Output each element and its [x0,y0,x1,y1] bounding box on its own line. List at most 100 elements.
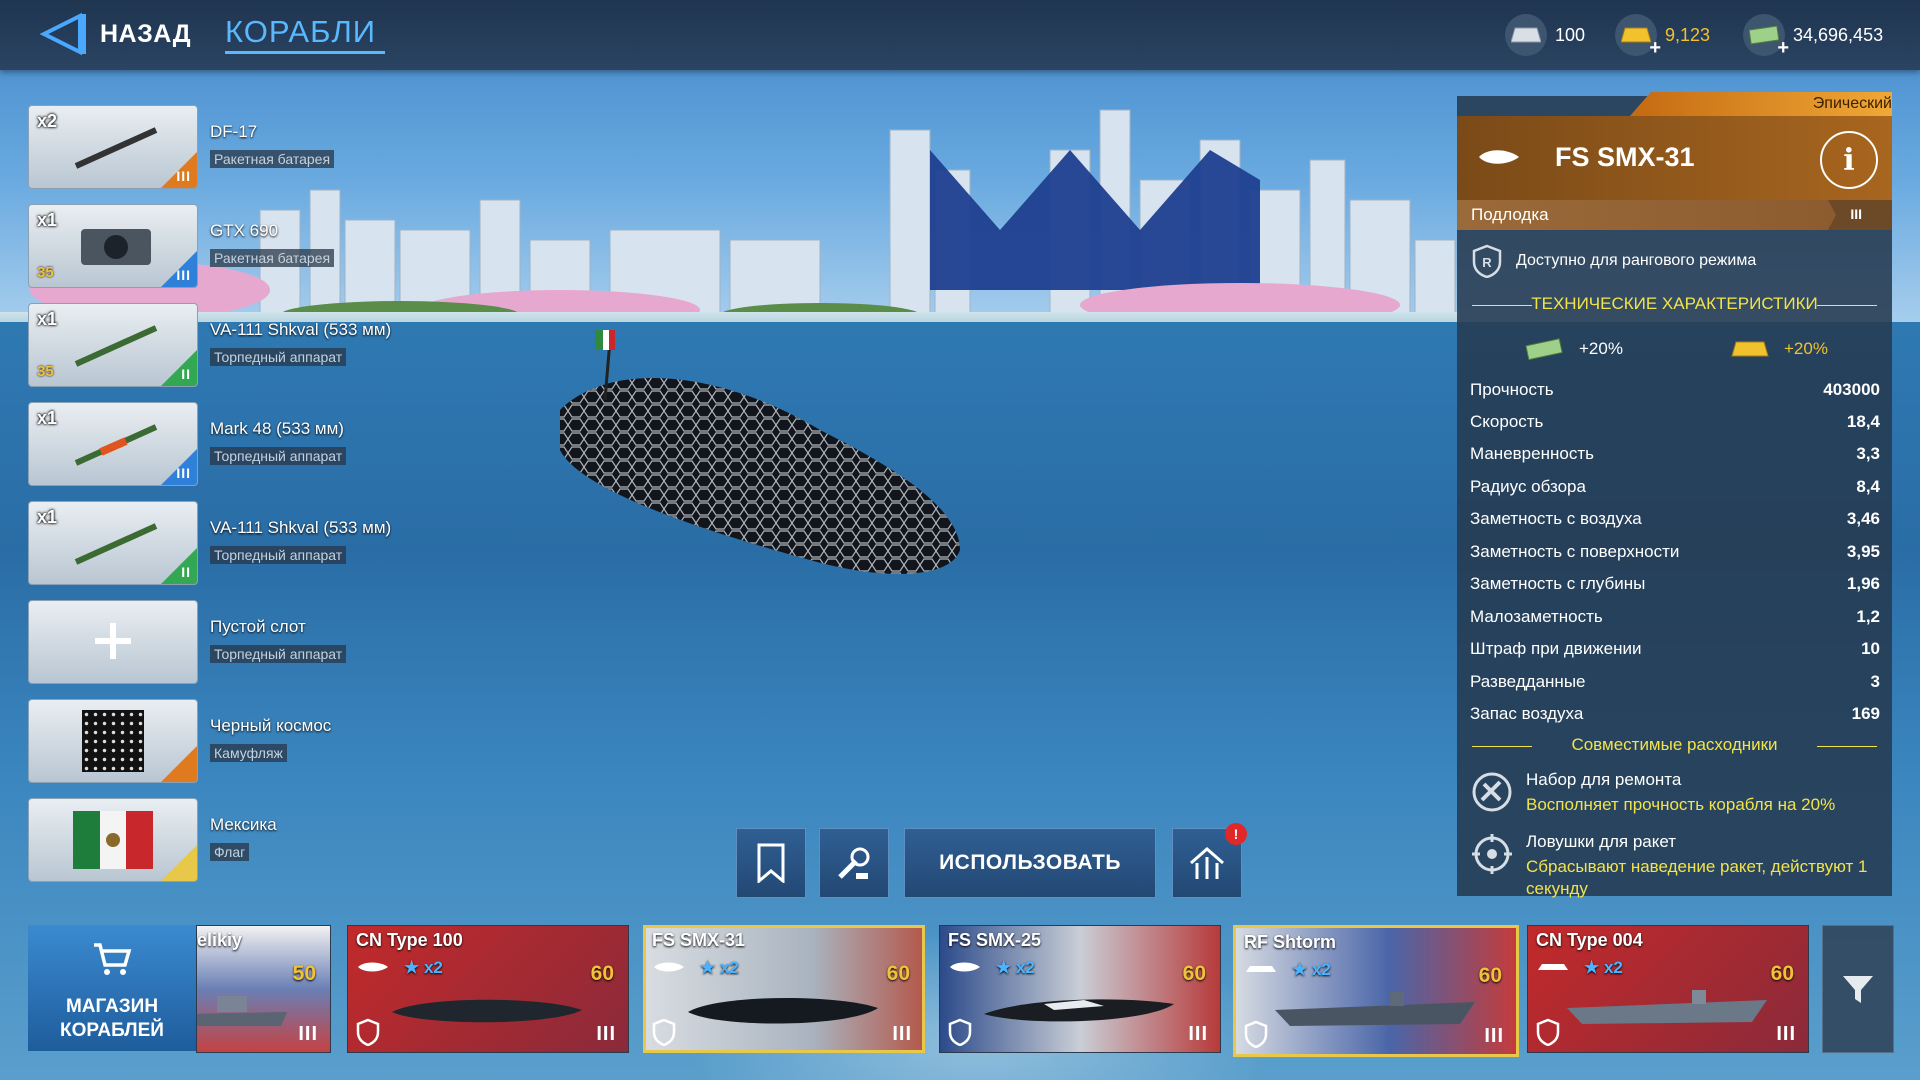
ship-card-tier: III [892,1023,912,1045]
flag-slot[interactable] [28,798,198,882]
carrier-class-icon [1246,966,1276,972]
camouflage-slot[interactable] [28,699,198,783]
ship-card-fs-smx-31[interactable]: FS SMX-31 ★ x2 60 III [643,925,925,1053]
stat-row: Маневренность 3,3 [1470,444,1880,470]
slot-quantity: x1 [37,309,58,329]
torpedo-icon [74,424,158,466]
gold-currency[interactable]: + 9,123 [1615,14,1711,59]
missile-icon [74,127,158,169]
ship-card-stars: ★ x2 [404,958,443,977]
slot-name: GTX 690 [210,221,279,240]
info-button[interactable]: i [1820,131,1878,189]
ship-card-cn-type-004[interactable]: CN Type 004 ★ x2 60 III [1527,925,1809,1053]
back-button[interactable]: НАЗАД [40,12,191,56]
stat-label: Заметность с поверхности [1470,542,1680,561]
silver-currency: 100 [1505,14,1585,56]
ship-card-stars-value: x2 [1603,958,1623,977]
equipment-slot-mark48[interactable]: x1 III [28,402,198,486]
ship-shop-button[interactable]: МАГАЗИН КОРАБЛЕЙ [28,925,196,1051]
slot-tier: III [176,168,191,184]
ship-card-tier: III [596,1023,616,1045]
ship-card-velikiy[interactable]: elikiy 50 III [196,925,331,1053]
customize-button[interactable] [819,828,889,898]
ship-header: FS SMX-31 i [1457,116,1892,200]
carrier-hull-icon [1567,990,1767,1024]
stat-label: Скорость [1470,412,1544,431]
slot-type: Ракетная батарея [210,150,335,168]
equipment-slot-gtx690[interactable]: x1 35 III [28,204,198,288]
ship-card-fs-smx-25[interactable]: FS SMX-25 ★ x2 60 III [939,925,1221,1053]
rarity-label: Эпический [1812,95,1892,112]
rarity-corner [161,845,197,881]
add-gold-icon[interactable]: + [1649,37,1661,60]
ship-card-tier: III [1776,1023,1796,1045]
equipment-slot-shkval-2[interactable]: x1 II [28,501,198,585]
ship-card-stars-value: x2 [423,958,443,977]
svg-text:R: R [1482,255,1492,270]
use-button[interactable]: ИСПОЛЬЗОВАТЬ [904,828,1156,898]
stat-row: Заметность с глубины 1,96 [1470,574,1880,600]
upgrade-button[interactable]: ! [1172,823,1247,898]
stat-value: 3 [1870,672,1880,691]
gold-amount: 9,123 [1665,24,1711,45]
consumable-desc: Восполняет прочность корабля на 20% [1526,795,1836,814]
slot-type: Камуфляж [210,744,287,762]
submarine-class-icon [654,962,684,972]
ship-card-tier: III [298,1023,318,1045]
slot-level: 35 [37,264,54,281]
ship-card-level: 60 [1478,964,1502,987]
slot-tier: III [176,267,191,283]
equipment-slot-shkval-1[interactable]: x1 35 II [28,303,198,387]
stat-value: 3,3 [1856,444,1880,463]
ship-card-rf-shtorm[interactable]: RF Shtorm ★ x2 60 III [1233,925,1519,1057]
ship-card-stars: ★ x2 [700,958,739,977]
add-cash-icon[interactable]: + [1777,37,1789,60]
stat-value: 1,96 [1846,574,1880,593]
slot-tier: III [176,465,191,481]
stat-label: Малозаметность [1470,607,1603,626]
back-arrow-icon [40,12,86,56]
ship-card-level: 50 [292,962,316,985]
torpedo-icon [74,523,158,565]
empty-slot[interactable] [28,600,198,684]
cash-currency[interactable]: + 34,696,453 [1743,14,1884,59]
stat-value: 18,4 [1846,412,1880,431]
carrier-hull-icon [1275,992,1475,1026]
ship-card-name: FS SMX-25 [948,930,1042,950]
ranked-availability: R Доступно для рангового режима [1472,244,1756,278]
slot-quantity: x1 [37,408,58,428]
cash-bonus-value: +20% [1579,339,1623,358]
consumable-desc: Сбрасывают наведение ракет, действуют 1 … [1526,857,1868,898]
ranked-text: Доступно для рангового режима [1516,252,1757,269]
tools-icon [838,847,870,879]
cruiser-hull-icon [197,996,287,1026]
torpedo-icon [74,325,158,367]
consumables-section-title: Совместимые расходники [1472,735,1877,755]
slot-quantity: x2 [37,111,58,131]
bookmark-button[interactable] [736,828,806,898]
cash-bonus: +20% [1525,338,1623,360]
equipment-slot-df17[interactable]: x2 III [28,105,198,189]
ship-card-name: RF Shtorm [1244,932,1336,952]
ship-card-cn-type-100[interactable]: CN Type 100 ★ x2 60 III [347,925,629,1053]
ship-card-name: FS SMX-31 [652,930,746,950]
page-title[interactable]: КОРАБЛИ [225,14,376,50]
submarine-model [560,330,960,574]
notification-badge: ! [1225,823,1247,845]
ship-card-level: 60 [1770,962,1794,985]
carrier-class-icon [1538,964,1568,970]
stat-row: Заметность с поверхности 3,95 [1470,542,1880,568]
ship-card-stars: ★ x2 [1584,958,1623,977]
slot-name: DF-17 [210,122,258,141]
slot-tier: II [181,366,191,382]
slot-name: Пустой слот [210,617,306,636]
silver-amount: 100 [1555,24,1586,45]
cash-amount: 34,696,453 [1793,24,1884,45]
stat-row: Малозаметность 1,2 [1470,607,1880,633]
cash-icon: + [1743,14,1789,59]
slot-name: VA-111 Shkval (533 мм) [210,320,392,339]
stat-label: Разведданные [1470,672,1586,691]
back-label: НАЗАД [100,19,192,48]
consumable-title: Набор для ремонта [1526,770,1682,789]
filter-button[interactable] [1822,925,1894,1053]
